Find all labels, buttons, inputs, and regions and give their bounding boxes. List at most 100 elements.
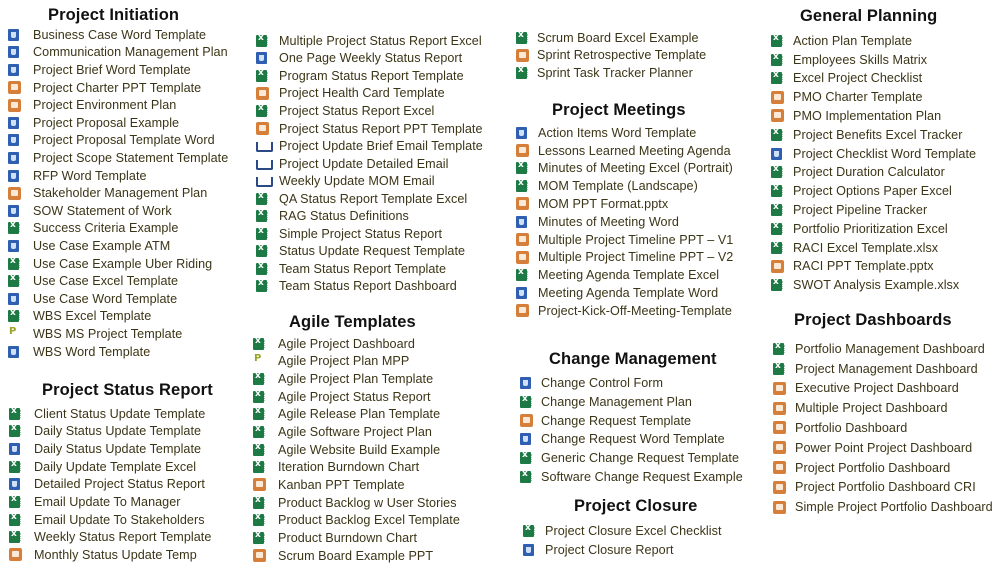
- template-link[interactable]: Multiple Project Status Report Excel: [256, 32, 482, 50]
- template-link[interactable]: Daily Update Template Excel: [9, 458, 196, 476]
- template-link[interactable]: Project Options Paper Excel: [771, 182, 952, 200]
- template-link[interactable]: Portfolio Dashboard: [773, 419, 907, 437]
- template-link[interactable]: Use Case Example ATM: [8, 237, 170, 255]
- template-link[interactable]: Weekly Update MOM Email: [256, 172, 435, 190]
- template-link[interactable]: Excel Project Checklist: [771, 70, 922, 88]
- template-link[interactable]: Change Request Word Template: [520, 431, 725, 449]
- template-link[interactable]: Meeting Agenda Template Word: [516, 284, 718, 302]
- template-link[interactable]: Email Update To Stakeholders: [9, 511, 205, 529]
- template-link[interactable]: SWOT Analysis Example.xlsx: [771, 276, 959, 294]
- template-link[interactable]: Project Update Brief Email Template: [256, 137, 483, 155]
- template-link[interactable]: Project Benefits Excel Tracker: [771, 126, 962, 144]
- template-link[interactable]: MOM Template (Landscape): [516, 177, 698, 195]
- template-link[interactable]: Portfolio Prioritization Excel: [771, 220, 948, 238]
- template-link[interactable]: Simple Project Status Report: [256, 225, 442, 243]
- template-link[interactable]: PMO Charter Template: [771, 88, 923, 106]
- template-link[interactable]: Daily Status Update Template: [9, 440, 201, 458]
- template-link[interactable]: Meeting Agenda Template Excel: [516, 266, 719, 284]
- template-link[interactable]: SOW Statement of Work: [8, 202, 172, 220]
- template-link[interactable]: Product Burndown Chart: [253, 529, 417, 547]
- template-link[interactable]: Project Scope Statement Template: [8, 149, 228, 167]
- template-link[interactable]: Change Control Form: [520, 374, 663, 392]
- template-link[interactable]: Minutes of Meeting Excel (Portrait): [516, 160, 733, 178]
- template-link[interactable]: WBS Word Template: [8, 343, 150, 361]
- template-link[interactable]: Action Plan Template: [771, 32, 912, 50]
- template-link[interactable]: Project Brief Word Template: [8, 61, 191, 79]
- template-link[interactable]: Software Change Request Example: [520, 469, 743, 487]
- template-link[interactable]: Status Update Request Template: [256, 243, 465, 261]
- template-link[interactable]: Sprint Task Tracker Planner: [516, 64, 693, 82]
- template-link[interactable]: Project Update Detailed Email: [256, 155, 448, 173]
- template-link[interactable]: Monthly Status Update Temp: [9, 546, 197, 564]
- template-link[interactable]: Multiple Project Timeline PPT – V1: [516, 231, 733, 249]
- template-link[interactable]: Scrum Board Example PPT: [253, 547, 433, 565]
- template-link[interactable]: Simple Project Portfolio Dashboard: [773, 498, 993, 516]
- template-link[interactable]: Use Case Word Template: [8, 290, 177, 308]
- template-link[interactable]: Multiple Project Timeline PPT – V2: [516, 249, 733, 267]
- template-link[interactable]: Agile Website Build Example: [253, 441, 440, 459]
- template-link[interactable]: Team Status Report Dashboard: [256, 278, 457, 296]
- template-link[interactable]: Scrum Board Excel Example: [516, 29, 699, 47]
- template-link[interactable]: Project Management Dashboard: [773, 360, 978, 378]
- template-link[interactable]: Agile Project Plan MPP: [253, 353, 409, 371]
- template-link[interactable]: Stakeholder Management Plan: [8, 184, 207, 202]
- template-link[interactable]: RFP Word Template: [8, 167, 147, 185]
- template-link[interactable]: One Page Weekly Status Report: [256, 50, 462, 68]
- template-link[interactable]: WBS MS Project Template: [8, 325, 182, 343]
- template-link[interactable]: Communication Management Plan: [8, 44, 228, 62]
- template-link[interactable]: Team Status Report Template: [256, 260, 446, 278]
- template-link[interactable]: Change Request Template: [520, 412, 691, 430]
- template-link[interactable]: Project Charter PPT Template: [8, 79, 201, 97]
- template-link[interactable]: Program Status Report Template: [256, 67, 464, 85]
- template-link[interactable]: Detailed Project Status Report: [9, 476, 205, 494]
- template-link[interactable]: Executive Project Dashboard: [773, 380, 959, 398]
- template-link[interactable]: Lessons Learned Meeting Agenda: [516, 142, 731, 160]
- template-link[interactable]: Business Case Word Template: [8, 26, 206, 44]
- template-link[interactable]: Email Update To Manager: [9, 493, 181, 511]
- template-link[interactable]: Agile Software Project Plan: [253, 423, 432, 441]
- template-link[interactable]: Project Proposal Example: [8, 114, 179, 132]
- template-link[interactable]: RACI PPT Template.pptx: [771, 258, 934, 276]
- template-link[interactable]: Iteration Burndown Chart: [253, 459, 419, 477]
- template-link[interactable]: Product Backlog Excel Template: [253, 512, 460, 530]
- template-link[interactable]: Agile Project Plan Template: [253, 370, 433, 388]
- template-link[interactable]: Multiple Project Dashboard: [773, 399, 948, 417]
- template-link[interactable]: RACI Excel Template.xlsx: [771, 239, 938, 257]
- template-link[interactable]: RAG Status Definitions: [256, 208, 409, 226]
- template-link[interactable]: Project Proposal Template Word: [8, 132, 215, 150]
- template-link[interactable]: Change Management Plan: [520, 393, 692, 411]
- template-link[interactable]: Project Portfolio Dashboard: [773, 459, 950, 477]
- template-link[interactable]: Power Point Project Dashboard: [773, 439, 972, 457]
- template-link[interactable]: QA Status Report Template Excel: [256, 190, 467, 208]
- template-link[interactable]: Weekly Status Report Template: [9, 529, 211, 547]
- template-link[interactable]: PMO Implementation Plan: [771, 107, 941, 125]
- template-link[interactable]: Agile Project Status Report: [253, 388, 431, 406]
- template-link[interactable]: Client Status Update Template: [9, 405, 205, 423]
- template-link[interactable]: MOM PPT Format.pptx: [516, 195, 668, 213]
- template-link[interactable]: Sprint Retrospective Template: [516, 47, 706, 65]
- template-link[interactable]: Employees Skills Matrix: [771, 51, 927, 69]
- template-link[interactable]: Project Duration Calculator: [771, 164, 945, 182]
- template-link[interactable]: Action Items Word Template: [516, 124, 696, 142]
- template-link[interactable]: Daily Status Update Template: [9, 423, 201, 441]
- template-link[interactable]: Agile Project Dashboard: [253, 335, 415, 353]
- template-link[interactable]: Project Closure Report: [523, 541, 674, 559]
- template-link[interactable]: Use Case Example Uber Riding: [8, 255, 212, 273]
- template-link[interactable]: Project-Kick-Off-Meeting-Template: [516, 302, 732, 320]
- template-link[interactable]: Portfolio Management Dashboard: [773, 340, 985, 358]
- template-link[interactable]: Project Checklist Word Template: [771, 145, 976, 163]
- template-link[interactable]: Project Portfolio Dashboard CRI: [773, 479, 976, 497]
- template-link[interactable]: Generic Change Request Template: [520, 450, 739, 468]
- template-link[interactable]: Product Backlog w User Stories: [253, 494, 457, 512]
- template-link[interactable]: Use Case Excel Template: [8, 272, 178, 290]
- template-link[interactable]: Project Health Card Template: [256, 85, 445, 103]
- template-link[interactable]: Project Pipeline Tracker: [771, 201, 927, 219]
- template-link[interactable]: Project Environment Plan: [8, 96, 176, 114]
- template-link[interactable]: Minutes of Meeting Word: [516, 213, 679, 231]
- template-link[interactable]: Project Status Report PPT Template: [256, 120, 483, 138]
- template-link[interactable]: Success Criteria Example: [8, 220, 178, 238]
- template-link[interactable]: WBS Excel Template: [8, 308, 151, 326]
- template-link[interactable]: Kanban PPT Template: [253, 476, 405, 494]
- template-link[interactable]: Project Status Report Excel: [256, 102, 434, 120]
- template-link[interactable]: Project Closure Excel Checklist: [523, 522, 722, 540]
